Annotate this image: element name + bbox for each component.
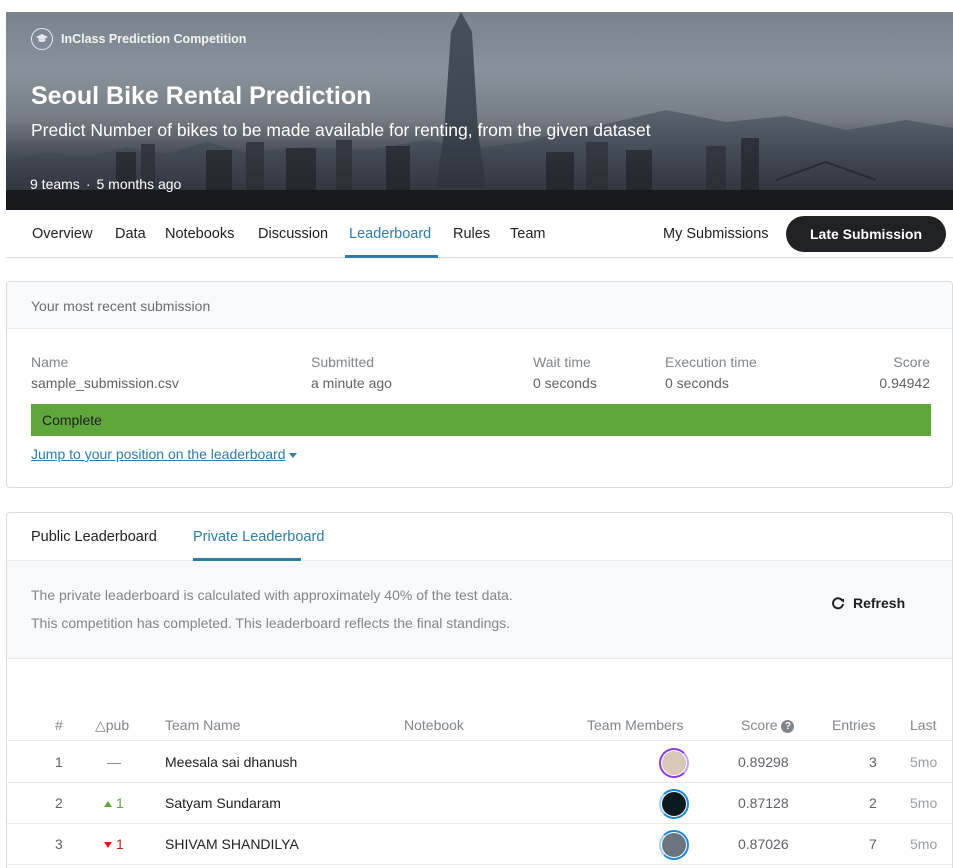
- competition-banner: InClass Prediction Competition Seoul Bik…: [6, 12, 953, 210]
- meta-separator: ·: [85, 176, 91, 192]
- row-score: 0.87128: [738, 795, 789, 811]
- row-team-name[interactable]: Meesala sai dhanush: [165, 754, 297, 770]
- col-entries-header: Entries: [832, 717, 876, 733]
- row-delta-value: 1: [116, 795, 124, 811]
- submitted-value: a minute ago: [311, 375, 392, 391]
- competition-age: 5 months ago: [96, 176, 182, 192]
- tab-data[interactable]: Data: [115, 226, 146, 242]
- score-column: Score 0.94942: [879, 354, 930, 391]
- wait-time-label: Wait time: [533, 354, 591, 370]
- arrow-up-icon: [104, 801, 112, 808]
- name-value: sample_submission.csv: [31, 375, 179, 391]
- leaderboard-info-panel: The private leaderboard is calculated wi…: [7, 561, 952, 659]
- recent-submission-card: Your most recent submission Name sample_…: [6, 281, 953, 488]
- row-last: 5mo: [910, 754, 938, 770]
- avatar-image: [662, 833, 686, 857]
- avatar[interactable]: [659, 830, 689, 860]
- avatar-image: [662, 751, 686, 775]
- tab-overview[interactable]: Overview: [32, 226, 92, 242]
- tab-private-leaderboard[interactable]: Private Leaderboard: [193, 529, 324, 545]
- score-header-label: Score: [741, 717, 778, 733]
- name-label: Name: [31, 354, 69, 370]
- row-entries: 2: [869, 795, 877, 811]
- active-tab-indicator: [345, 255, 438, 258]
- jump-to-position-link[interactable]: Jump to your position on the leaderboard: [31, 446, 297, 462]
- tab-discussion[interactable]: Discussion: [258, 226, 328, 242]
- execution-time-value: 0 seconds: [665, 375, 729, 391]
- competition-subtitle: Predict Number of bikes to be made avail…: [31, 120, 651, 140]
- competition-type-label: InClass Prediction Competition: [61, 32, 247, 46]
- row-last: 5mo: [910, 836, 938, 852]
- submitted-column: Submitted a minute ago: [311, 354, 392, 391]
- submitted-label: Submitted: [311, 354, 375, 370]
- row-delta: 1: [104, 795, 124, 811]
- table-row[interactable]: 3 1 SHIVAM SHANDILYA 0.87026 7 5mo: [7, 824, 952, 865]
- wait-time-column: Wait time 0 seconds: [533, 354, 597, 391]
- col-delta-header[interactable]: △pub: [95, 717, 129, 734]
- submission-status-bar: Complete: [31, 404, 931, 436]
- competition-meta: 9 teams · 5 months ago: [30, 176, 181, 192]
- tab-notebooks[interactable]: Notebooks: [165, 226, 234, 242]
- col-score-header: Score ?: [741, 717, 795, 733]
- refresh-label[interactable]: Refresh: [853, 595, 905, 611]
- col-last-header: Last: [910, 717, 937, 733]
- recent-submission-heading: Your most recent submission: [7, 282, 952, 329]
- leaderboard-info-line2: This competition has completed. This lea…: [31, 615, 511, 631]
- refresh-icon: [832, 597, 844, 610]
- row-rank: 1: [55, 754, 63, 770]
- row-delta: —: [107, 754, 121, 770]
- help-icon[interactable]: ?: [781, 719, 795, 733]
- leaderboard-tabs: Public Leaderboard Private Leaderboard: [7, 513, 952, 561]
- table-row[interactable]: 2 1 Satyam Sundaram 0.87128 2 5mo: [7, 783, 952, 824]
- row-delta-value: 1: [116, 836, 124, 852]
- graduation-cap-icon: [31, 28, 53, 50]
- submission-name-column: Name sample_submission.csv: [31, 354, 179, 391]
- row-rank: 2: [55, 795, 63, 811]
- avatar[interactable]: [659, 789, 689, 819]
- my-submissions-link[interactable]: My Submissions: [663, 226, 769, 242]
- execution-time-column: Execution time 0 seconds: [665, 354, 757, 391]
- col-notebook-header: Notebook: [404, 717, 464, 733]
- wait-time-value: 0 seconds: [533, 375, 597, 391]
- leaderboard-card: Public Leaderboard Private Leaderboard T…: [6, 512, 953, 868]
- arrow-down-icon: [104, 842, 112, 849]
- leaderboard-header-row: # △pub Team Name Notebook Team Members S…: [7, 717, 952, 741]
- avatar-image: [662, 792, 686, 816]
- leaderboard-info-line1: The private leaderboard is calculated wi…: [31, 587, 513, 603]
- row-score: 0.87026: [738, 836, 789, 852]
- tab-public-leaderboard[interactable]: Public Leaderboard: [31, 529, 157, 545]
- score-value: 0.94942: [879, 375, 930, 391]
- avatar[interactable]: [659, 748, 689, 778]
- team-count: 9 teams: [30, 176, 80, 192]
- tab-leaderboard[interactable]: Leaderboard: [349, 226, 431, 242]
- competition-title: Seoul Bike Rental Prediction: [31, 82, 372, 110]
- row-team-name[interactable]: Satyam Sundaram: [165, 795, 281, 811]
- tab-rules[interactable]: Rules: [453, 226, 490, 242]
- page: InClass Prediction Competition Seoul Bik…: [0, 0, 953, 868]
- competition-tabbar: Overview Data Notebooks Discussion Leade…: [6, 210, 953, 258]
- row-last: 5mo: [910, 795, 938, 811]
- jump-link-label[interactable]: Jump to your position on the leaderboard: [31, 446, 286, 462]
- col-team-header: Team Name: [165, 717, 241, 733]
- row-team-name[interactable]: SHIVAM SHANDILYA: [165, 836, 299, 852]
- row-entries: 7: [869, 836, 877, 852]
- row-rank: 3: [55, 836, 63, 852]
- execution-time-label: Execution time: [665, 354, 757, 370]
- score-label: Score: [893, 354, 930, 370]
- caret-down-icon: [288, 452, 297, 458]
- col-members-header: Team Members: [587, 717, 684, 733]
- table-row[interactable]: 1 — Meesala sai dhanush 0.89298 3 5mo: [7, 742, 952, 783]
- refresh-button[interactable]: Refresh: [831, 595, 905, 611]
- row-delta: 1: [104, 836, 124, 852]
- competition-type: InClass Prediction Competition: [31, 28, 246, 50]
- tab-team[interactable]: Team: [510, 226, 545, 242]
- row-entries: 3: [869, 754, 877, 770]
- late-submission-button[interactable]: Late Submission: [786, 216, 946, 252]
- col-rank-header: #: [55, 717, 63, 733]
- row-score: 0.89298: [738, 754, 789, 770]
